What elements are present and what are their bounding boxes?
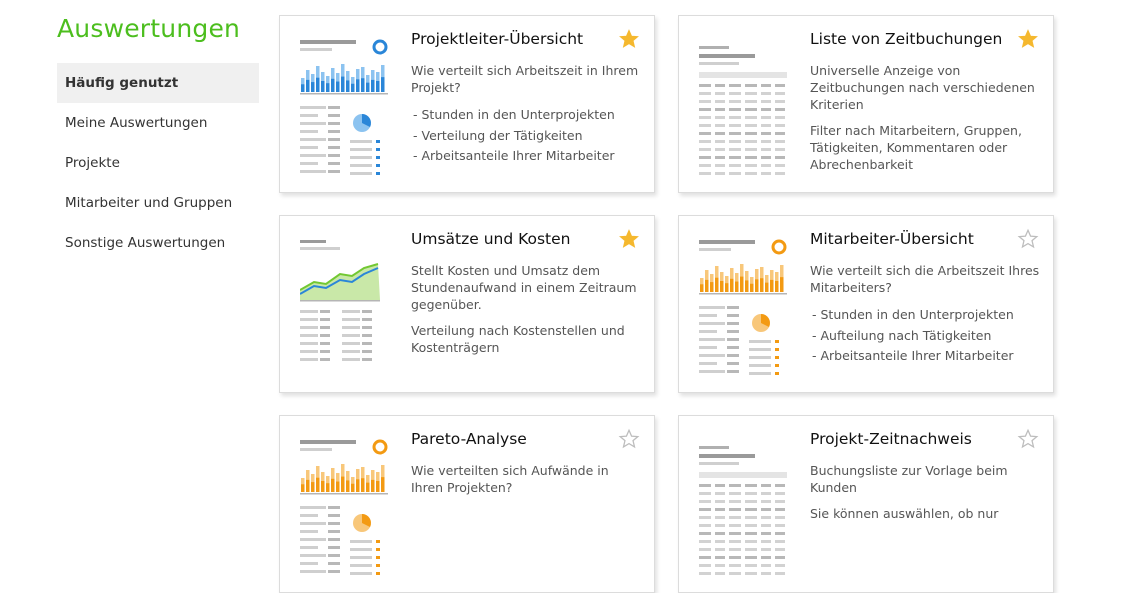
- card-description-2: Sie können auswählen, ob nur: [810, 506, 999, 521]
- card-bullet: - Arbeitsanteile Ihrer Mitarbeiter: [413, 148, 615, 163]
- sidebar-nav: Häufig genutzt Meine Auswertungen Projek…: [57, 63, 259, 263]
- favorite-star-icon[interactable]: [1017, 428, 1039, 450]
- thumb-bar-blue: [300, 39, 388, 175]
- report-card-projektleiter-uebersicht[interactable]: Projektleiter-Übersicht Wie verteilt sic…: [279, 15, 655, 193]
- card-description-2: Verteilung nach Kostenstellen und Kosten…: [411, 323, 625, 355]
- report-card-liste-von-zeitbuchungen[interactable]: Liste von Zeitbuchungen Universelle Anze…: [678, 15, 1054, 193]
- card-description: Wie verteilt sich Arbeitszeit in Ihrem P…: [411, 63, 639, 95]
- card-description: Buchungsliste zur Vorlage beim Kunden: [810, 463, 1008, 495]
- page-title: Auswertungen: [57, 14, 241, 43]
- report-card-projekt-zeitnachweis[interactable]: Projekt-Zeitnachweis Buchungsliste zur V…: [678, 415, 1054, 593]
- card-bullet: - Verteilung der Tätigkeiten: [413, 127, 583, 143]
- report-card-umsaetze-und-kosten[interactable]: Umsätze und Kosten Stellt Kosten und Ums…: [279, 215, 655, 393]
- card-title: Projekt-Zeitnachweis: [810, 430, 972, 448]
- favorite-star-icon[interactable]: [1017, 228, 1039, 250]
- card-bullet: - Arbeitsanteile Ihrer Mitarbeiter: [812, 348, 1014, 363]
- card-title: Pareto-Analyse: [411, 430, 527, 448]
- card-title: Liste von Zeitbuchungen: [810, 30, 1003, 48]
- sidebar-item-haeufig-genutzt[interactable]: Häufig genutzt: [57, 63, 259, 103]
- thumb-list: [699, 46, 787, 175]
- card-bullet: - Stunden in den Unterprojekten: [413, 107, 615, 122]
- favorite-star-icon[interactable]: [618, 428, 640, 450]
- card-bullet: - Stunden in den Unterprojekten: [812, 307, 1014, 322]
- card-title: Projektleiter-Übersicht: [411, 30, 584, 48]
- report-card-pareto-analyse[interactable]: Pareto-Analyse Wie verteilten sich Aufwä…: [279, 415, 655, 593]
- thumb-area-green: [300, 240, 380, 361]
- sidebar-item-meine-auswertungen[interactable]: Meine Auswertungen: [57, 103, 259, 143]
- thumb-bar-orange: [699, 239, 787, 375]
- sidebar-item-sonstige-auswertungen[interactable]: Sonstige Auswertungen: [57, 223, 259, 263]
- thumb-list: [699, 446, 787, 575]
- report-card-mitarbeiter-uebersicht[interactable]: Mitarbeiter-Übersicht Wie verteilt sich …: [678, 215, 1054, 393]
- sidebar-item-mitarbeiter-und-gruppen[interactable]: Mitarbeiter und Gruppen: [57, 183, 259, 223]
- favorite-star-icon[interactable]: [618, 228, 640, 250]
- card-description: Wie verteilt sich die Arbeitszeit Ihres …: [810, 263, 1040, 295]
- card-title: Mitarbeiter-Übersicht: [810, 230, 974, 248]
- card-description: Stellt Kosten und Umsatz dem Stundenaufw…: [411, 263, 637, 312]
- card-bullet: - Aufteilung nach Tätigkeiten: [812, 327, 992, 343]
- sidebar-item-projekte[interactable]: Projekte: [57, 143, 259, 183]
- card-description-2: Filter nach Mitarbeitern, Gruppen, Tätig…: [810, 123, 1022, 172]
- card-description: Wie verteilten sich Aufwände in Ihren Pr…: [411, 463, 609, 495]
- favorite-star-icon[interactable]: [618, 28, 640, 50]
- card-title: Umsätze und Kosten: [411, 230, 571, 248]
- thumb-bar-orange: [300, 439, 388, 575]
- card-description: Universelle Anzeige von Zeitbuchungen na…: [810, 63, 1035, 112]
- favorite-star-icon[interactable]: [1017, 28, 1039, 50]
